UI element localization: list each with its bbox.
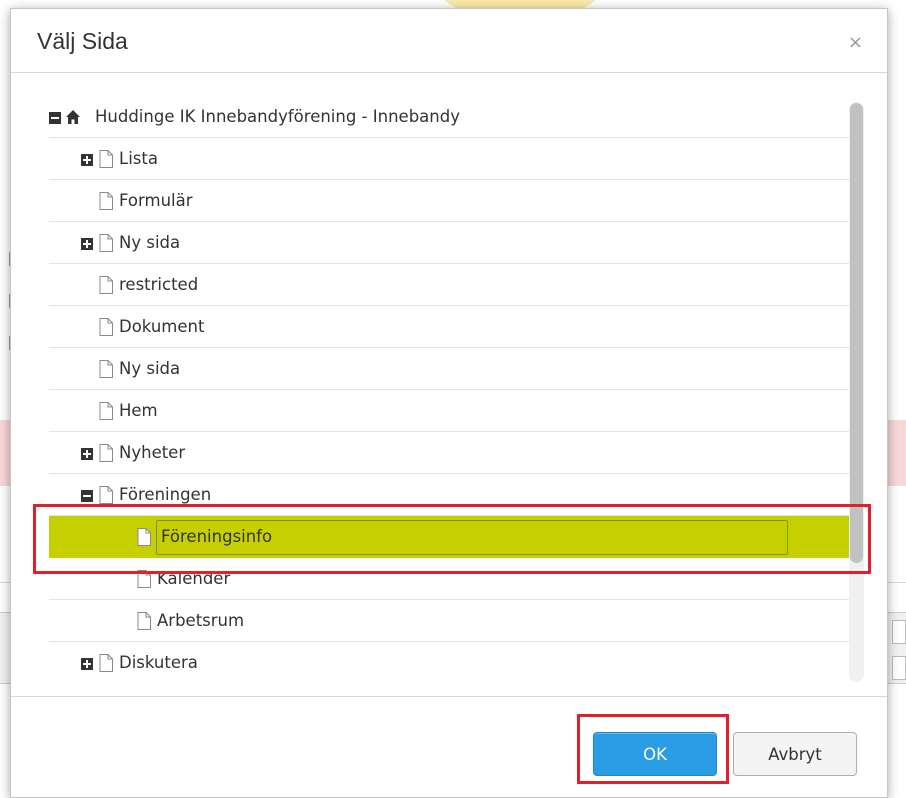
page-icon — [99, 654, 113, 672]
tree-node[interactable]: Kalender — [49, 558, 859, 600]
dialog-header: Välj Sida × — [11, 9, 887, 73]
expand-icon[interactable] — [81, 154, 93, 166]
expand-icon[interactable] — [81, 448, 93, 460]
page-icon — [99, 192, 113, 210]
tree-node-label: Föreningen — [119, 485, 212, 504]
tree-node-label: Föreningsinfo — [161, 527, 273, 546]
background-field — [892, 620, 906, 644]
page-icon — [137, 528, 151, 546]
tree-node[interactable]: Diskutera — [49, 642, 859, 680]
tree-node[interactable]: Arbetsrum — [49, 600, 859, 642]
tree-node[interactable]: Hem — [49, 390, 859, 432]
tree-node-label: Hem — [119, 401, 158, 420]
page-icon — [99, 360, 113, 378]
expand-icon[interactable] — [81, 658, 93, 670]
dialog-title: Välj Sida — [37, 28, 128, 54]
page-icon — [99, 276, 113, 294]
tree-node[interactable]: Ny sida — [49, 348, 859, 390]
page-icon — [99, 318, 113, 336]
expand-icon[interactable] — [81, 238, 93, 250]
tree-node-label: Ny sida — [119, 233, 181, 252]
tree-node[interactable]: Dokument — [49, 306, 859, 348]
page-icon — [99, 402, 113, 420]
tree-node-label: Dokument — [119, 317, 205, 336]
tree-node-label: Diskutera — [119, 653, 198, 672]
tree-node-label: Huddinge IK Innebandyförening - Inneband… — [95, 107, 460, 126]
tree-node[interactable]: Formulär — [49, 180, 859, 222]
tree-node-label: Nyheter — [119, 443, 186, 462]
collapse-icon[interactable] — [49, 112, 61, 124]
tree-node-label: Lista — [119, 149, 158, 168]
tree-node[interactable]: Föreningen — [49, 474, 859, 516]
tree-node-label: restricted — [119, 275, 199, 294]
tree-node-label: Formulär — [119, 191, 193, 210]
page-icon — [99, 444, 113, 462]
ok-button[interactable]: OK — [593, 732, 717, 776]
close-icon[interactable]: × — [848, 32, 863, 53]
scrollbar-thumb[interactable] — [850, 103, 863, 563]
vertical-scrollbar[interactable] — [849, 102, 864, 682]
tree-node[interactable]: restricted — [49, 264, 859, 306]
tree-node[interactable]: Huddinge IK Innebandyförening - Inneband… — [49, 96, 859, 138]
tree-node[interactable]: Ny sida — [49, 222, 859, 264]
background-field — [892, 656, 906, 680]
home-icon — [66, 110, 80, 124]
select-page-dialog: Välj Sida × Huddinge IK Innebandyförenin… — [10, 8, 888, 798]
page-icon — [99, 234, 113, 252]
tree-node-selected[interactable]: Föreningsinfo — [49, 516, 859, 558]
tree-node-label: Ny sida — [119, 359, 181, 378]
page-icon — [137, 570, 151, 588]
tree-node-label: Kalender — [157, 569, 231, 588]
tree-node[interactable]: Nyheter — [49, 432, 859, 474]
page-icon — [99, 150, 113, 168]
tree-node-label: Arbetsrum — [157, 611, 245, 630]
page-icon — [137, 612, 151, 630]
dialog-body: Huddinge IK Innebandyförening - Inneband… — [11, 74, 887, 696]
tree-node[interactable]: Lista — [49, 138, 859, 180]
cancel-button[interactable]: Avbryt — [733, 732, 857, 776]
dialog-footer: OK Avbryt — [11, 696, 887, 798]
collapse-icon[interactable] — [81, 490, 93, 502]
page-tree: Huddinge IK Innebandyförening - Inneband… — [49, 96, 859, 680]
page-icon — [99, 486, 113, 504]
